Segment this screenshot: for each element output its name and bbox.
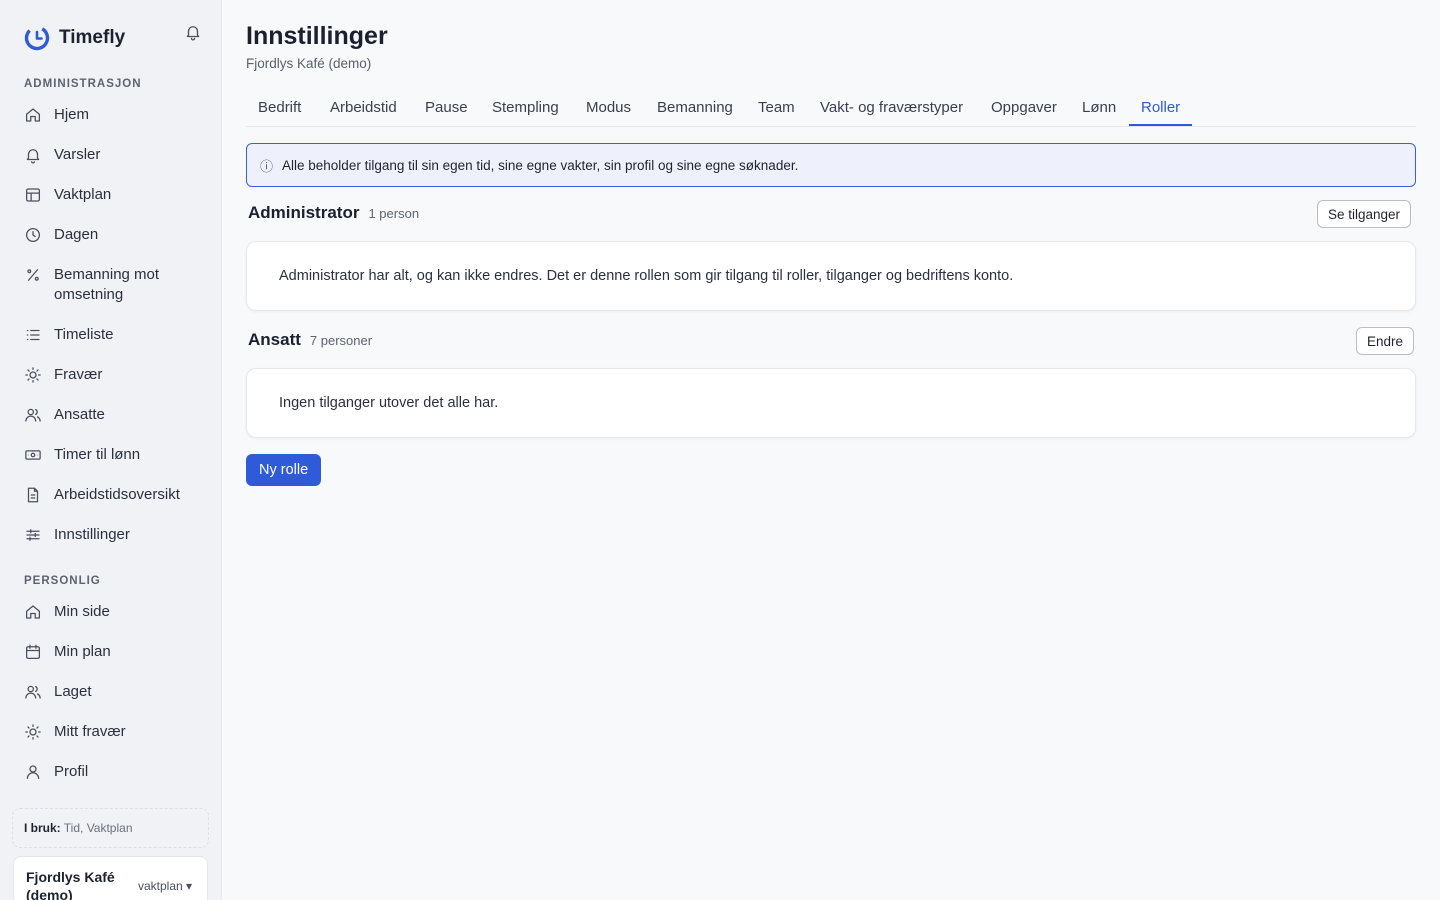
sidebar-item-timeliste[interactable]: Timeliste [24,325,210,345]
sidebar-item-label: Ansatte [54,406,105,423]
sidebar-item-laget[interactable]: Laget [24,682,210,702]
sidebar-item-label: Timer til lønn [54,446,141,463]
sidebar-item-label: Timeliste [54,326,114,343]
sidebar-item-innstillinger[interactable]: Innstillinger [24,525,210,545]
notifications-bell-icon[interactable] [184,23,202,41]
sidebar-item-ansatte[interactable]: Ansatte [24,405,210,425]
percent-icon [27,269,39,281]
company-plan-dropdown[interactable]: vaktplan ▾ [138,879,192,893]
role-member-count: 1 person [368,206,420,221]
role-member-count: 7 personer [309,333,373,348]
sidebar-item-arbeidstidsoversikt[interactable]: Arbeidstidsoversikt [24,485,210,505]
section-label-admin: ADMINISTRASJON [24,78,142,90]
tab-arbeidstid[interactable]: Arbeidstid [330,99,397,116]
sidebar-item-label: Vaktplan [54,186,112,203]
role-header-ansatt: Ansatt 7 personer [248,330,372,350]
user-icon [26,765,40,780]
company-switcher[interactable]: Fjordlys Kafé (demo) vaktplan ▾ [13,856,208,900]
banknote-icon [25,450,41,460]
tab-stempling[interactable]: Stempling [492,99,559,116]
info-text: Alle beholder tilgang til sin egen tid, … [282,157,799,173]
sidebar-item-label: Dagen [54,226,99,243]
document-icon [27,487,39,503]
in-use-label: I bruk: [24,821,61,835]
timefly-logo-icon [24,25,50,51]
sidebar-item-label: Min side [54,603,110,620]
tab-lonn[interactable]: Lønn [1082,99,1116,116]
in-use-panel: I bruk: Tid, Vaktplan [12,808,209,848]
sidebar-item-timer-til-lonn[interactable]: Timer til lønn [24,445,210,465]
sidebar-item-mitt-fravaer[interactable]: Mitt fravær [24,722,210,742]
role-header-administrator: Administrator 1 person [248,203,419,223]
sidebar-item-bemanning-mot-omsetning[interactable]: Bemanning mot omsetning [24,265,210,305]
section-label-personal: PERSONLIG [24,575,101,587]
home-icon [25,605,41,619]
role-card-administrator: Administrator har alt, og kan ikke endre… [246,241,1416,311]
bell-icon [26,149,40,164]
sidebar-item-min-side[interactable]: Min side [24,602,210,622]
table-icon [25,188,41,202]
sidebar: Timefly ADMINISTRASJON Hjem Varsler Vakt… [0,0,222,900]
sidebar-item-hjem[interactable]: Hjem [24,105,210,125]
brand-name: Timefly [59,27,126,48]
sidebar-item-label: Profil [54,763,89,780]
tab-pause[interactable]: Pause [425,99,468,116]
brand[interactable]: Timefly [24,25,125,51]
calendar-icon [25,644,41,660]
users-icon [25,408,41,422]
active-tab-indicator [1129,124,1192,126]
sidebar-item-min-plan[interactable]: Min plan [24,642,210,662]
list-icon [26,329,40,341]
page-title: Innstillinger [246,22,388,50]
edit-role-button[interactable]: Endre [1356,327,1415,355]
page-subtitle: Fjordlys Kafé (demo) [246,56,372,71]
in-use-value: Tid, Vaktplan [63,821,133,835]
sidebar-item-label: Bemanning mot omsetning [54,266,160,303]
sidebar-item-vaktplan[interactable]: Vaktplan [24,185,210,205]
tab-bemanning[interactable]: Bemanning [657,99,733,116]
tab-roller[interactable]: Roller [1141,99,1180,116]
tab-bedrift[interactable]: Bedrift [258,99,301,116]
sidebar-item-varsler[interactable]: Varsler [24,145,210,165]
sidebar-item-label: Min plan [54,643,111,660]
sidebar-item-label: Fravær [54,366,103,383]
info-banner: ⓘ Alle beholder tilgang til sin egen tid… [246,143,1416,187]
role-description: Administrator har alt, og kan ikke endre… [279,268,1014,284]
role-description: Ingen tilganger utover det alle har. [279,395,499,411]
sun-icon [25,724,41,740]
users-icon [25,685,41,699]
sidebar-item-label: Varsler [54,146,101,163]
sidebar-item-label: Innstillinger [54,526,130,543]
sidebar-item-profil[interactable]: Profil [24,762,210,782]
sun-icon [25,367,41,383]
sidebar-item-label: Arbeidstidsoversikt [54,486,180,503]
company-name: Fjordlys Kafé (demo) [26,869,115,900]
clock-icon [25,227,41,243]
new-role-button[interactable]: Ny rolle [246,454,322,486]
tab-oppgaver[interactable]: Oppgaver [991,99,1057,116]
role-name: Ansatt [248,330,301,349]
sidebar-item-dagen[interactable]: Dagen [24,225,210,245]
role-name: Administrator [248,203,360,222]
sidebar-item-label: Mitt fravær [54,723,126,740]
main-content: Innstillinger Fjordlys Kafé (demo) Bedri… [222,0,1440,900]
sidebar-item-fravaer[interactable]: Fravær [24,365,210,385]
home-icon [25,108,41,122]
sidebar-item-label: Laget [54,683,92,700]
view-permissions-button[interactable]: Se tilganger [1317,200,1412,228]
tab-team[interactable]: Team [758,99,795,116]
info-icon: ⓘ [260,158,274,174]
sidebar-item-label: Hjem [54,106,90,123]
tab-vakt-og-fravaerstyper[interactable]: Vakt- og fraværstyper [820,99,963,116]
sliders-icon [26,529,40,541]
tab-modus[interactable]: Modus [586,99,631,116]
settings-tabs: Bedrift Arbeidstid Pause Stempling Modus… [246,90,1416,127]
role-card-ansatt: Ingen tilganger utover det alle har. [246,368,1416,438]
